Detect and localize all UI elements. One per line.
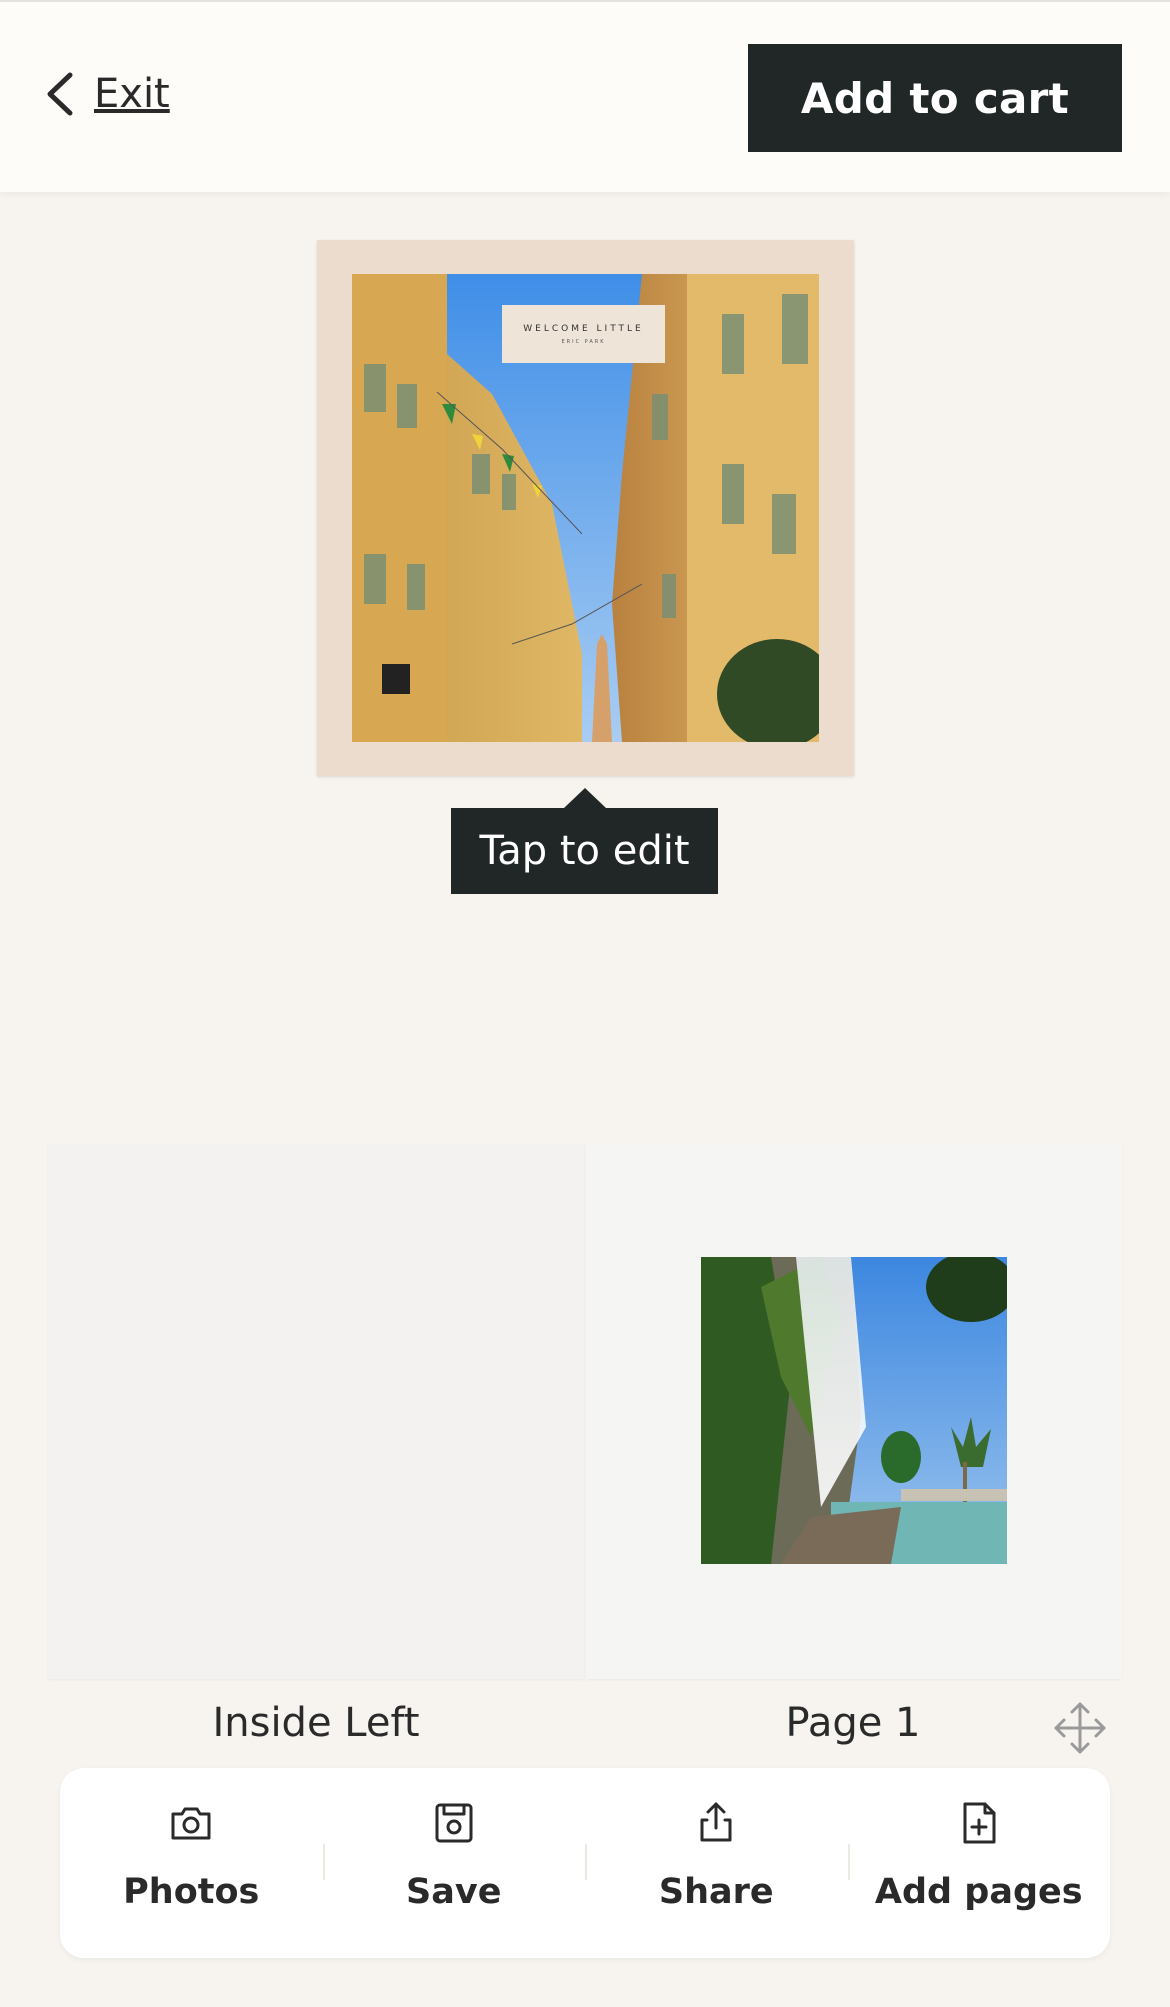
camera-icon [168,1800,214,1846]
add-to-cart-button[interactable]: Add to cart [748,44,1122,152]
inside-left-label: Inside Left [212,1700,420,1746]
exit-label: Exit [94,71,170,117]
save-label: Save [406,1872,502,1912]
move-arrows-icon[interactable] [1052,1700,1108,1756]
page-1-label: Page 1 [785,1700,921,1746]
photos-label: Photos [123,1872,260,1912]
inside-left-page[interactable] [48,1144,584,1679]
page-spread [48,1144,1122,1679]
tap-to-edit-tooltip: Tap to edit [451,788,718,894]
add-pages-button[interactable]: Add pages [847,1768,1111,1958]
cover-title-line1: WELCOME LITTLE [523,323,644,334]
share-label: Share [658,1872,774,1912]
share-icon [693,1800,739,1846]
add-page-icon [956,1800,1002,1846]
bottom-edge [0,1996,1170,2007]
card-cover[interactable]: WELCOME LITTLE ERIC PARK [317,240,854,776]
add-pages-label: Add pages [874,1872,1083,1912]
floppy-disk-icon [431,1800,477,1846]
top-bar: Exit Add to cart [0,0,1170,192]
cover-title-line2: ERIC PARK [561,338,606,345]
page-1-photo[interactable] [701,1257,1007,1564]
chevron-left-icon [44,69,80,119]
exit-button[interactable]: Exit [44,64,170,124]
save-button[interactable]: Save [322,1768,586,1958]
cover-title-box[interactable]: WELCOME LITTLE ERIC PARK [502,305,665,363]
bottom-toolbar: Photos Save Share Add pages [60,1768,1110,1958]
share-button[interactable]: Share [585,1768,848,1958]
page-1[interactable] [586,1144,1122,1679]
photos-button[interactable]: Photos [60,1768,323,1958]
